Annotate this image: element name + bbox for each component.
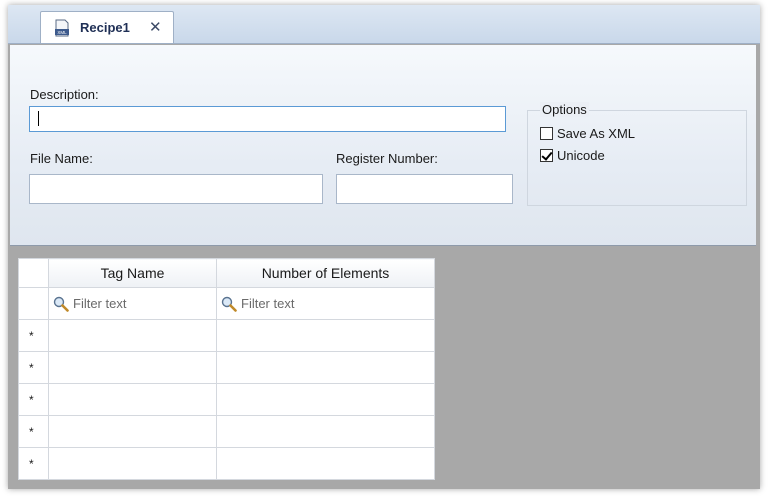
description-input[interactable] <box>29 106 506 132</box>
tag-name-filter-cell[interactable]: Filter text <box>48 287 217 320</box>
text-caret <box>38 111 39 126</box>
file-name-input[interactable] <box>29 174 323 204</box>
row-header-corner <box>18 258 49 288</box>
new-row-marker: * <box>18 447 49 480</box>
save-as-xml-label: Save As XML <box>557 126 636 141</box>
save-as-xml-checkbox-box[interactable] <box>540 127 553 140</box>
tag-name-cell[interactable] <box>48 447 217 480</box>
close-tab-icon[interactable]: ✕ <box>149 18 162 36</box>
table-row[interactable]: * <box>18 351 435 384</box>
table-row[interactable]: * <box>18 415 435 448</box>
tag-grid: Tag Name Number of Elements Filter text <box>18 258 435 480</box>
table-row[interactable]: * <box>18 383 435 416</box>
register-number-label: Register Number: <box>336 151 438 166</box>
number-of-elements-cell[interactable] <box>216 447 435 480</box>
unicode-checkbox-box[interactable] <box>540 149 553 162</box>
filter-row-header <box>18 287 49 320</box>
magnifier-icon <box>221 296 237 312</box>
description-label: Description: <box>30 87 99 102</box>
tag-name-cell[interactable] <box>48 319 217 352</box>
filter-row: Filter text Filter text <box>18 287 435 320</box>
number-of-elements-cell[interactable] <box>216 351 435 384</box>
tag-name-cell[interactable] <box>48 415 217 448</box>
new-row-marker: * <box>18 319 49 352</box>
xml-file-icon: XML <box>55 19 69 37</box>
tab-recipe1[interactable]: XML Recipe1 ✕ <box>40 11 174 43</box>
tag-name-filter-placeholder: Filter text <box>73 296 127 311</box>
column-header-number-of-elements[interactable]: Number of Elements <box>216 258 435 288</box>
options-group-title: Options <box>540 102 589 117</box>
unicode-checkbox[interactable]: Unicode <box>540 148 605 163</box>
tab-title: Recipe1 <box>80 20 130 35</box>
number-of-elements-filter-cell[interactable]: Filter text <box>216 287 435 320</box>
tag-name-cell[interactable] <box>48 351 217 384</box>
save-as-xml-checkbox[interactable]: Save As XML <box>540 126 635 141</box>
register-number-input[interactable] <box>336 174 513 204</box>
column-header-tag-name[interactable]: Tag Name <box>48 258 217 288</box>
recipe-editor-window: XML Recipe1 ✕ Description: File Name: Re… <box>8 5 760 489</box>
number-of-elements-cell[interactable] <box>216 415 435 448</box>
new-row-marker: * <box>18 415 49 448</box>
number-of-elements-cell[interactable] <box>216 319 435 352</box>
recipe-properties-panel: Description: File Name: Register Number:… <box>10 45 756 246</box>
new-row-marker: * <box>18 351 49 384</box>
magnifier-icon <box>53 296 69 312</box>
tag-name-cell[interactable] <box>48 383 217 416</box>
number-of-elements-cell[interactable] <box>216 383 435 416</box>
document-tab-strip: XML Recipe1 ✕ <box>8 5 760 44</box>
table-row[interactable]: * <box>18 319 435 352</box>
new-row-marker: * <box>18 383 49 416</box>
table-row[interactable]: * <box>18 447 435 480</box>
number-of-elements-filter-placeholder: Filter text <box>241 296 295 311</box>
svg-text:XML: XML <box>57 30 67 35</box>
file-name-label: File Name: <box>30 151 93 166</box>
unicode-label: Unicode <box>557 148 605 163</box>
